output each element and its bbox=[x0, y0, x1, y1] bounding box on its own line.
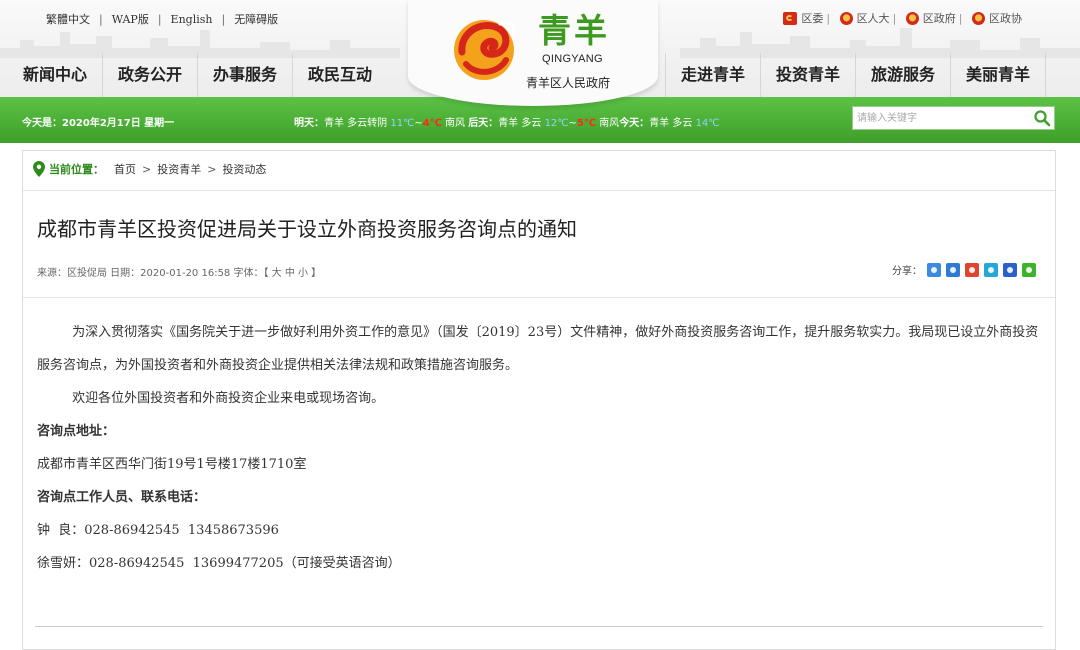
address-heading: 咨询点地址： bbox=[37, 424, 116, 439]
weather-forecast: 明天：青羊 多云转阴 11℃~4℃ 南风 后天：青羊 多云 12℃~5℃ 南风今… bbox=[294, 118, 720, 129]
link-english[interactable]: English bbox=[171, 13, 213, 26]
ram-logo-icon bbox=[454, 20, 516, 80]
article-meta: 来源：区投促局 日期：2020-01-20 16:58 字体：【 大 中 小 】 bbox=[37, 268, 322, 279]
nav-right: 走进青羊 投资青羊 旅游服务 美丽青羊 bbox=[664, 53, 1046, 97]
paragraph: 为深入贯彻落实《国务院关于进一步做好利用外资工作的意见》（国发〔2019〕23号… bbox=[37, 325, 1039, 373]
nav-government-affairs[interactable]: 政务公开 bbox=[103, 53, 199, 97]
breadcrumb-home[interactable]: 首页 bbox=[114, 161, 136, 177]
gov-links: 区委 | 区人大 | 区政府 | 区政协 bbox=[777, 10, 1022, 28]
weather-desc: 青羊 多云 bbox=[649, 118, 693, 129]
breadcrumb-invest-news[interactable]: 投资动态 bbox=[222, 161, 266, 177]
share-qzone-icon[interactable] bbox=[946, 262, 960, 277]
weather-high: 14℃ bbox=[695, 118, 720, 129]
site-logo[interactable]: 青羊 QINGYANG 青羊区人民政府 bbox=[408, 0, 658, 106]
divider bbox=[35, 626, 1043, 627]
divider bbox=[23, 297, 1055, 298]
top-links: 繁體中文 | WAP版 | English | 无障碍版 bbox=[46, 13, 279, 26]
chevron-right-icon: > bbox=[142, 162, 152, 176]
location-pin-icon bbox=[33, 161, 45, 177]
weather-wind: 南风 bbox=[599, 118, 620, 129]
link-wap[interactable]: WAP版 bbox=[112, 13, 149, 26]
share-plus-icon[interactable] bbox=[927, 262, 941, 277]
breadcrumb-invest[interactable]: 投资青羊 bbox=[157, 161, 201, 177]
address-text: 成都市青羊区西华门街19号1号楼17楼1710室 bbox=[37, 457, 307, 472]
nav-left: 新闻中心 政务公开 办事服务 政民互动 bbox=[8, 53, 387, 97]
search-box bbox=[852, 106, 1055, 130]
emblem-icon bbox=[972, 11, 985, 25]
current-date: 今天是：2020年2月17日 星期一 bbox=[22, 118, 175, 129]
weather-low: 5℃ bbox=[576, 118, 596, 129]
gov-link-congress[interactable]: 区人大 | bbox=[839, 10, 896, 26]
logo-chinese-name: 青羊 bbox=[538, 11, 610, 50]
gov-link-government[interactable]: 区政府 | bbox=[905, 10, 963, 26]
share-wechat-icon[interactable] bbox=[1022, 262, 1036, 277]
contact-heading: 咨询点工作人员、联系电话： bbox=[37, 490, 207, 505]
gov-link-cppcc[interactable]: 区政协 bbox=[972, 10, 1022, 26]
emblem-icon bbox=[839, 11, 853, 25]
weather-low: 4℃ bbox=[422, 118, 442, 129]
breadcrumb: 当前位置： 首页 > 投资青羊 > 投资动态 bbox=[33, 161, 266, 177]
link-accessibility[interactable]: 无障碍版 bbox=[234, 13, 278, 26]
article-title: 成都市青羊区投资促进局关于设立外商投资服务咨询点的通知 bbox=[37, 217, 577, 241]
weather-label: 明天： bbox=[294, 118, 324, 129]
share-label: 分享： bbox=[892, 266, 922, 277]
breadcrumb-label: 当前位置： bbox=[49, 163, 104, 176]
weather-label: 后天： bbox=[468, 118, 499, 129]
nav-tourism[interactable]: 旅游服务 bbox=[854, 53, 950, 97]
weather-wind: 南风 bbox=[445, 118, 465, 129]
share-tencent-weibo-icon[interactable] bbox=[984, 262, 998, 277]
logo-english-name: QINGYANG bbox=[542, 53, 603, 65]
nav-invest-qingyang[interactable]: 投资青羊 bbox=[759, 53, 855, 97]
divider bbox=[23, 190, 1055, 191]
weather-label: 今天： bbox=[619, 118, 650, 129]
weather-high: 12℃ bbox=[544, 118, 569, 129]
nav-news[interactable]: 新闻中心 bbox=[8, 53, 104, 97]
weather-high: 11℃ bbox=[390, 118, 415, 129]
weather-desc: 青羊 多云 bbox=[498, 118, 542, 129]
share-renren-icon[interactable] bbox=[1003, 262, 1017, 277]
gov-link-party[interactable]: 区委 | bbox=[783, 10, 830, 26]
article-body: 为深入贯彻落实《国务院关于进一步做好利用外资工作的意见》（国发〔2019〕23号… bbox=[37, 316, 1039, 580]
contact-line: 钟 良：028-86942545 13458673596 bbox=[37, 523, 279, 538]
contact-line: 徐雪妍：028-86942545 13699477205（可接受英语咨询） bbox=[37, 556, 401, 571]
search-icon[interactable] bbox=[1033, 109, 1051, 127]
nav-beautiful-qingyang[interactable]: 美丽青羊 bbox=[949, 53, 1046, 97]
logo-government-name: 青羊区人民政府 bbox=[526, 76, 611, 90]
nav-about-qingyang[interactable]: 走进青羊 bbox=[664, 53, 760, 97]
share-bar: 分享： bbox=[892, 262, 1036, 277]
hammer-sickle-icon bbox=[783, 11, 798, 25]
paragraph: 欢迎各位外国投资者和外商投资企业来电或现场咨询。 bbox=[72, 391, 385, 406]
search-input[interactable] bbox=[853, 107, 1037, 129]
share-weibo-icon[interactable] bbox=[965, 262, 979, 277]
nav-services[interactable]: 办事服务 bbox=[198, 53, 294, 97]
emblem-icon bbox=[905, 11, 919, 25]
article-panel: 当前位置： 首页 > 投资青羊 > 投资动态 成都市青羊区投资促进局关于设立外商… bbox=[22, 150, 1056, 650]
link-traditional-chinese[interactable]: 繁體中文 bbox=[46, 13, 90, 26]
chevron-right-icon: > bbox=[207, 162, 217, 176]
weather-desc: 青羊 多云转阴 bbox=[324, 118, 388, 129]
nav-interaction[interactable]: 政民互动 bbox=[293, 53, 387, 97]
site-header: 繁體中文 | WAP版 | English | 无障碍版 区委 | 区人大 | 区政府 | 区政协… bbox=[0, 0, 1080, 106]
